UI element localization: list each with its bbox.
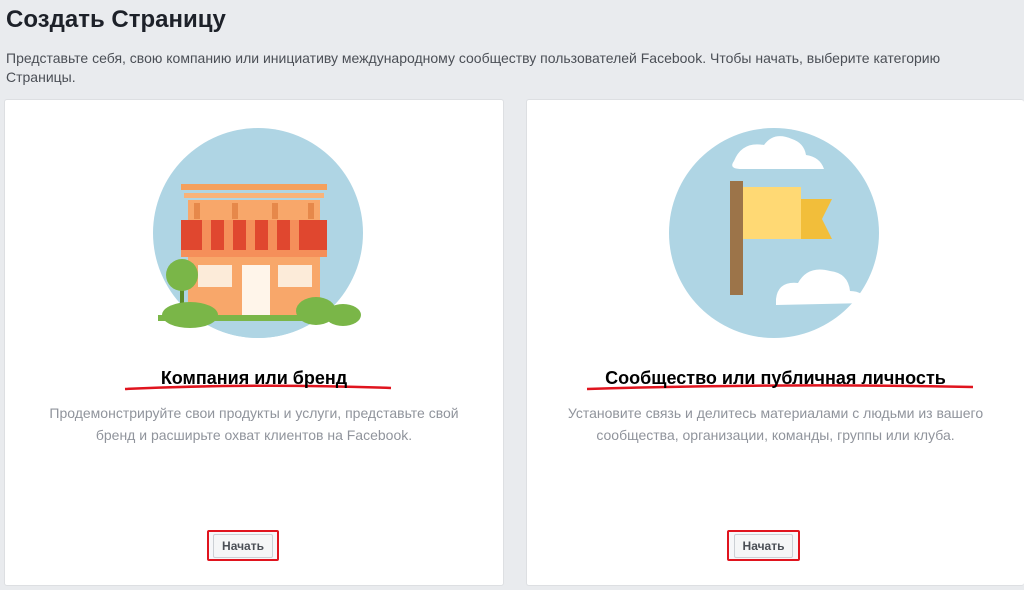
start-button-business[interactable]: Начать [207,530,279,561]
category-card-community[interactable]: Сообщество или публичная личность Устано… [526,99,1024,586]
flag-icon [669,128,879,338]
card-title: Сообщество или публичная личность [605,368,946,388]
card-description: Продемонстрируйте свои продукты и услуги… [49,405,459,443]
start-button-community[interactable]: Начать [727,530,800,561]
create-page-screen: Создать Страницу Представьте себя, свою … [0,0,1024,590]
start-button-label: Начать [213,533,273,558]
start-button-label: Начать [733,533,794,558]
category-card-business[interactable]: Компания или бренд Продемонстрируйте сво… [4,99,504,586]
card-description: Установите связь и делитесь материалами … [567,405,984,443]
page-title: Создать Страницу [6,6,226,33]
card-title: Компания или бренд [160,368,348,388]
page-intro: Представьте себя, свою компанию или иниц… [6,50,941,85]
storefront-icon [153,128,363,338]
